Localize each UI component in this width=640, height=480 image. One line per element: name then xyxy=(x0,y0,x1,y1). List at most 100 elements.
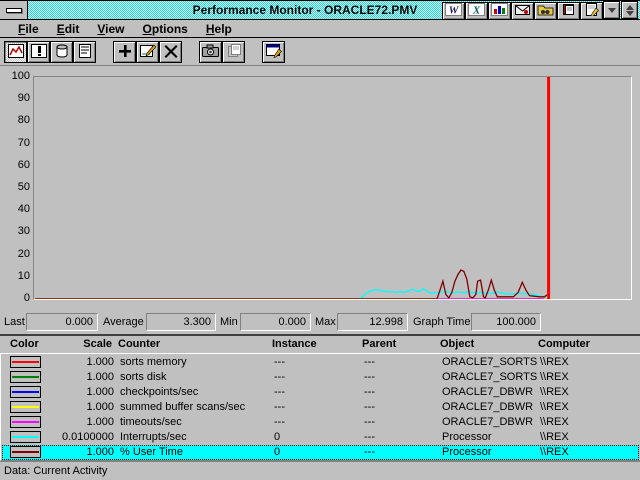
counter-color-line xyxy=(12,436,39,438)
legend-row[interactable]: 1.000% User Time0---Processor\\REX xyxy=(2,445,639,460)
col-header-color: Color xyxy=(10,338,39,350)
legend-object: ORACLE7_SORTS xyxy=(442,371,537,384)
legend-parent: --- xyxy=(364,371,375,384)
counter-color-swatch xyxy=(10,401,41,413)
legend-header: Color Scale Counter Instance Parent Obje… xyxy=(0,336,640,353)
office-book-button[interactable] xyxy=(557,2,580,20)
y-tick-0: 0 xyxy=(1,292,30,304)
min-value: 0.000 xyxy=(240,313,311,331)
svg-text:X: X xyxy=(472,4,481,16)
restore-button[interactable] xyxy=(621,1,638,19)
y-tick-70: 70 xyxy=(1,137,30,149)
bookmark-icon xyxy=(226,44,242,61)
counter-color-line xyxy=(12,361,39,363)
counter-color-line xyxy=(12,406,39,408)
delete-counter-button[interactable] xyxy=(159,41,182,63)
col-header-parent: Parent xyxy=(362,338,396,350)
legend-counter: % User Time xyxy=(120,446,183,459)
legend-row[interactable]: 1.000summed buffer scans/sec------ORACLE… xyxy=(2,400,639,415)
legend-row[interactable]: 0.0100000Interrupts/sec0---Processor\\RE… xyxy=(2,430,639,445)
legend-object: ORACLE7_DBWR xyxy=(442,401,533,414)
y-tick-60: 60 xyxy=(1,159,30,171)
options-button[interactable] xyxy=(262,41,285,63)
legend-scale: 1.000 xyxy=(46,446,114,459)
counter-color-swatch xyxy=(10,446,41,458)
legend-scale: 1.000 xyxy=(46,356,114,369)
legend-counter: checkpoints/sec xyxy=(120,386,198,399)
minimize-button[interactable] xyxy=(603,1,620,19)
menu-bar: FileEditViewOptionsHelp xyxy=(0,20,640,38)
bookmark-button[interactable] xyxy=(222,41,245,63)
office-notepad-button[interactable] xyxy=(580,2,603,20)
counter-color-line xyxy=(12,421,39,423)
update-now-button[interactable] xyxy=(199,41,222,63)
menu-help[interactable]: Help xyxy=(197,20,241,38)
legend-parent: --- xyxy=(364,416,375,429)
legend-panel: 1.000sorts memory------ORACLE7_SORTS\\RE… xyxy=(0,353,640,461)
legend-object: Processor xyxy=(442,431,492,444)
office-excel-button[interactable]: X xyxy=(465,2,488,20)
report-view-button[interactable] xyxy=(73,41,96,63)
legend-instance: --- xyxy=(274,356,285,369)
legend-scale: 1.000 xyxy=(46,416,114,429)
counter-color-swatch xyxy=(10,416,41,428)
menu-edit[interactable]: Edit xyxy=(48,20,89,38)
counter-color-line xyxy=(12,376,39,378)
office-word-icon: W xyxy=(445,3,462,19)
legend-counter: sorts disk xyxy=(120,371,166,384)
y-tick-100: 100 xyxy=(1,70,30,82)
legend-instance: --- xyxy=(274,416,285,429)
edit-chart-line-button[interactable] xyxy=(136,41,159,63)
legend-row[interactable]: 1.000sorts memory------ORACLE7_SORTS\\RE… xyxy=(2,355,639,370)
chart-plot-area xyxy=(33,76,632,300)
average-label: Average xyxy=(103,314,144,331)
alert-view-button[interactable] xyxy=(27,41,50,63)
office-word-button[interactable]: W xyxy=(442,2,465,20)
alert-view-icon xyxy=(31,44,47,61)
col-header-object: Object xyxy=(440,338,474,350)
chart-view-button[interactable] xyxy=(4,41,27,63)
legend-computer: \\REX xyxy=(540,371,569,384)
legend-parent: --- xyxy=(364,356,375,369)
menu-options[interactable]: Options xyxy=(134,20,197,38)
last-value: 0.000 xyxy=(26,313,98,331)
legend-computer: \\REX xyxy=(540,401,569,414)
system-menu-button[interactable] xyxy=(0,1,28,19)
legend-object: ORACLE7_SORTS xyxy=(442,356,537,369)
office-mail-button[interactable] xyxy=(511,2,534,20)
legend-computer: \\REX xyxy=(540,386,569,399)
legend-row[interactable]: 1.000timeouts/sec------ORACLE7_DBWR\\REX xyxy=(2,415,639,430)
legend-parent: --- xyxy=(364,386,375,399)
counter-color-swatch xyxy=(10,386,41,398)
legend-scale: 0.0100000 xyxy=(46,431,114,444)
add-counter-icon xyxy=(118,44,132,61)
add-counter-button[interactable] xyxy=(113,41,136,63)
legend-scale: 1.000 xyxy=(46,386,114,399)
chart-view-icon xyxy=(8,44,24,61)
menu-view[interactable]: View xyxy=(88,20,133,38)
last-label: Last xyxy=(4,314,25,331)
minimize-icon xyxy=(608,8,616,13)
col-header-instance: Instance xyxy=(272,338,317,350)
max-value: 12.998 xyxy=(337,313,408,331)
office-notepad-icon xyxy=(583,3,600,19)
menu-file[interactable]: File xyxy=(9,20,48,38)
legend-parent: --- xyxy=(364,431,375,444)
series-line xyxy=(35,270,547,299)
legend-row[interactable]: 1.000sorts disk------ORACLE7_SORTS\\REX xyxy=(2,370,639,385)
restore-up-icon xyxy=(626,5,634,10)
average-value: 3.300 xyxy=(146,313,216,331)
y-tick-30: 30 xyxy=(1,225,30,237)
office-find-file-button[interactable] xyxy=(534,2,557,20)
office-powerpoint-button[interactable] xyxy=(488,2,511,20)
update-now-icon xyxy=(202,44,219,60)
legend-row[interactable]: 1.000checkpoints/sec------ORACLE7_DBWR\\… xyxy=(2,385,639,400)
title-bar: Performance Monitor - ORACLE72.PMV WX xyxy=(0,1,640,20)
counter-color-swatch xyxy=(10,431,41,443)
legend-object: ORACLE7_DBWR xyxy=(442,386,533,399)
toolbar xyxy=(0,39,640,66)
col-header-counter: Counter xyxy=(118,338,160,350)
legend-parent: --- xyxy=(364,446,375,459)
log-view-button[interactable] xyxy=(50,41,73,63)
y-tick-90: 90 xyxy=(1,92,30,104)
